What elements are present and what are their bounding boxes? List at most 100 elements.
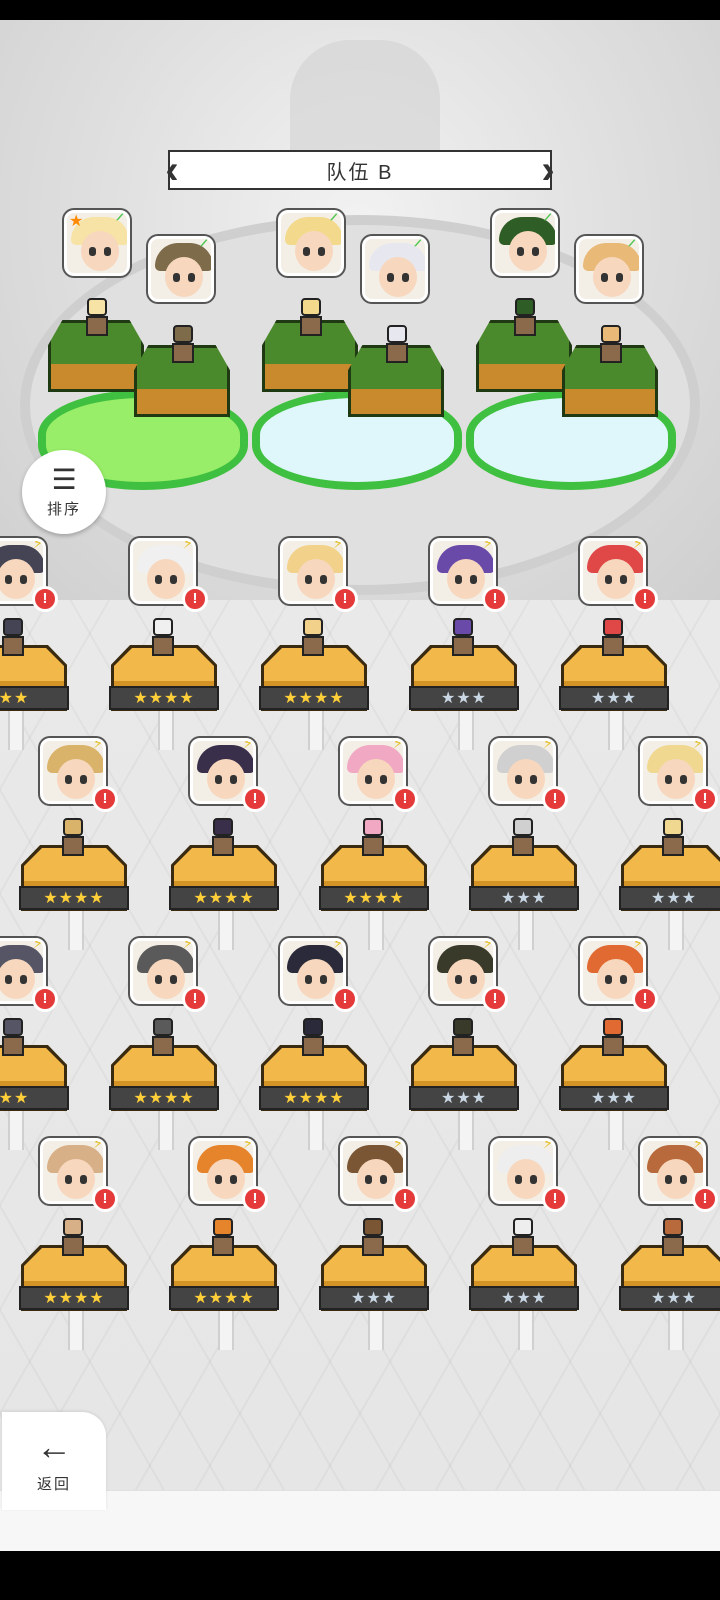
team-member-portrait[interactable]: ⟋: [278, 210, 344, 276]
lightning-element-icon: ⚡: [242, 738, 254, 752]
star-rating-text: ★★: [0, 1090, 30, 1107]
team-name-banner: 队伍 B: [168, 150, 552, 190]
star-rating: ★★★: [559, 686, 669, 710]
roster-hero-card[interactable]: ★★★ ⚡!: [559, 938, 694, 1150]
star-rating-text: ★★★★: [133, 690, 195, 707]
lightning-element-icon: ⚡: [332, 938, 344, 952]
star-rating: ★★★★: [19, 886, 129, 910]
roster-hero-card[interactable]: ★★★★ ⚡!: [259, 538, 394, 750]
hero-sprite: [656, 1218, 690, 1258]
roster-hero-card[interactable]: ★★★★ ⚡!: [19, 738, 154, 950]
hero-sprite: [206, 818, 240, 858]
back-button[interactable]: ← 返回: [2, 1412, 106, 1510]
star-rating-text: ★★★★: [43, 1290, 105, 1307]
bottom-strip: [0, 1490, 720, 1551]
lightning-element-icon: ⚡: [182, 938, 194, 952]
chevron-left-icon[interactable]: ‹: [160, 146, 184, 194]
lightning-element-icon: ⚡: [692, 1138, 704, 1152]
roster-hero-card[interactable]: ★★★★ ⚡!: [169, 738, 304, 950]
pedestal-stem: [518, 1310, 534, 1350]
team-member-portrait[interactable]: ⟋: [362, 236, 428, 302]
alert-badge-icon: !: [182, 986, 208, 1012]
lightning-element-icon: ⚡: [32, 938, 44, 952]
hero-sprite: [596, 1018, 630, 1058]
lightning-element-icon: ⚡: [482, 938, 494, 952]
pedestal-stem: [158, 1110, 174, 1150]
roster-hero-card[interactable]: ★★★★ ⚡!: [319, 738, 454, 950]
star-rating: ★★★★: [319, 886, 429, 910]
sort-icon: ☰: [51, 463, 77, 495]
team-slot-2[interactable]: ⟋ ⟋: [252, 210, 472, 500]
hero-sprite: [0, 1018, 30, 1058]
lightning-element-icon: ⚡: [92, 1138, 104, 1152]
leader-star-icon: ★: [69, 213, 84, 230]
leaf-element-icon: ⟋: [414, 236, 426, 250]
hero-sprite: [380, 325, 414, 365]
hero-sprite: [294, 298, 328, 338]
roster-hero-card[interactable]: ★★★★ ⚡!: [109, 538, 244, 750]
roster-hero-card[interactable]: ★★★ ⚡!: [469, 738, 604, 950]
roster-hero-card[interactable]: ★★ ⚡!: [0, 938, 94, 1150]
alert-badge-icon: !: [632, 986, 658, 1012]
team-member-portrait[interactable]: ⟋: [492, 210, 558, 276]
team-title: 队伍 B: [326, 161, 394, 184]
hero-sprite: [356, 1218, 390, 1258]
star-rating-text: ★★★★: [43, 890, 105, 907]
star-rating-text: ★★★★: [193, 890, 255, 907]
back-label: 返回: [36, 1475, 71, 1493]
roster-hero-card[interactable]: ★★★★ ⚡!: [259, 938, 394, 1150]
team-slot-3[interactable]: ⟋ ⟋: [466, 210, 686, 500]
alert-badge-icon: !: [242, 1186, 268, 1212]
star-rating: ★★★: [409, 686, 519, 710]
team-member-portrait[interactable]: ⟋: [148, 236, 214, 302]
star-rating-text: ★★★★: [283, 690, 345, 707]
hero-sprite: [594, 325, 628, 365]
star-rating-text: ★★★★: [193, 1290, 255, 1307]
team-member-portrait[interactable]: ⟋: [576, 236, 642, 302]
alert-badge-icon: !: [692, 1186, 718, 1212]
chevron-right-icon[interactable]: ›: [536, 146, 560, 194]
pedestal-stem: [458, 710, 474, 750]
hero-sprite: [0, 618, 30, 658]
pedestal-stem: [68, 1310, 84, 1350]
alert-badge-icon: !: [182, 586, 208, 612]
roster-hero-card[interactable]: ★★★ ⚡!: [619, 1138, 720, 1350]
roster-hero-card[interactable]: ★★★ ⚡!: [619, 738, 720, 950]
alert-badge-icon: !: [392, 1186, 418, 1212]
star-rating-text: ★★★★: [283, 1090, 345, 1107]
leaf-element-icon: ⟋: [544, 210, 556, 224]
star-rating: ★★★: [409, 1086, 519, 1110]
alert-badge-icon: !: [542, 786, 568, 812]
pedestal-stem: [8, 710, 24, 750]
star-rating: ★★★: [469, 1286, 579, 1310]
hero-sprite: [656, 818, 690, 858]
roster-hero-card[interactable]: ★★★ ⚡!: [319, 1138, 454, 1350]
roster-hero-card[interactable]: ★★★ ⚡!: [409, 938, 544, 1150]
star-rating: ★★★★: [259, 686, 369, 710]
star-rating-text: ★★★: [500, 890, 548, 907]
lightning-element-icon: ⚡: [632, 938, 644, 952]
arrow-left-icon: ←: [36, 1425, 72, 1467]
sort-button[interactable]: ☰ 排序: [22, 450, 106, 534]
roster-hero-card[interactable]: ★★★★ ⚡!: [19, 1138, 154, 1350]
lightning-element-icon: ⚡: [182, 538, 194, 552]
star-rating-text: ★★★: [590, 1090, 638, 1107]
roster-hero-card[interactable]: ★★★★ ⚡!: [109, 938, 244, 1150]
lightning-element-icon: ⚡: [692, 738, 704, 752]
hero-sprite: [206, 1218, 240, 1258]
star-rating: ★★★: [619, 886, 720, 910]
roster-hero-card[interactable]: ★★★ ⚡!: [469, 1138, 604, 1350]
hero-sprite: [296, 618, 330, 658]
star-rating-text: ★★★★: [133, 1090, 195, 1107]
lightning-element-icon: ⚡: [332, 538, 344, 552]
roster-hero-card[interactable]: ★★★★ ⚡!: [169, 1138, 304, 1350]
hero-sprite: [506, 818, 540, 858]
star-rating-text: ★★: [0, 690, 30, 707]
roster-hero-card[interactable]: ★★ ⚡!: [0, 538, 94, 750]
alert-badge-icon: !: [92, 786, 118, 812]
roster-hero-card[interactable]: ★★★ ⚡!: [559, 538, 694, 750]
lightning-element-icon: ⚡: [542, 738, 554, 752]
team-member-portrait[interactable]: ⟋ ★: [64, 210, 130, 276]
star-rating-text: ★★★: [440, 690, 488, 707]
roster-hero-card[interactable]: ★★★ ⚡!: [409, 538, 544, 750]
